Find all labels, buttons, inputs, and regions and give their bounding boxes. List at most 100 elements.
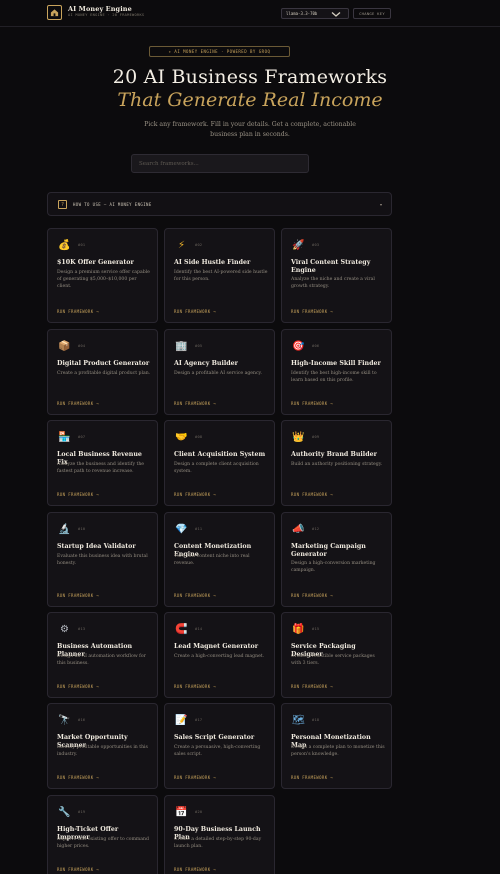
run-framework-link[interactable]: RUN FRAMEWORK → xyxy=(174,492,216,497)
powered-by-badge: ✦ AI MONEY ENGINE · POWERED BY GROQ xyxy=(149,46,290,57)
lightning-icon: ⚡ xyxy=(177,240,186,251)
framework-card[interactable]: 💎 #11 Content Monetization Engine Turn this… xyxy=(164,512,275,607)
framework-card[interactable]: 🎯 #06 High-Income Skill Finder Identify the… xyxy=(281,329,392,415)
framework-description: Design a complete client acquisition sys… xyxy=(174,462,259,474)
chevron-down-icon: ▾ xyxy=(379,202,382,207)
framework-card[interactable]: 🤝 #08 Client Acquisition System Design a co… xyxy=(164,420,275,506)
target-icon: 🎯 xyxy=(292,341,305,352)
framework-title: AI Agency Builder xyxy=(174,360,238,367)
framework-card[interactable]: 🧲 #14 Lead Magnet Generator Create a high-c… xyxy=(164,612,275,698)
run-framework-link[interactable]: RUN FRAMEWORK → xyxy=(291,309,333,314)
framework-number: #08 xyxy=(195,435,203,439)
framework-card[interactable]: 🏪 #07 Local Business Revenue Fix Analyze th… xyxy=(47,420,158,506)
framework-card[interactable]: 👑 #09 Authority Brand Builder Build an auth… xyxy=(281,420,392,506)
framework-card[interactable]: 🗺 #18 Personal Monetization Map Design a co… xyxy=(281,703,392,789)
run-framework-link[interactable]: RUN FRAMEWORK → xyxy=(291,684,333,689)
script-icon: 📝 xyxy=(175,715,188,726)
run-framework-link[interactable]: RUN FRAMEWORK → xyxy=(57,867,99,872)
framework-card[interactable]: 📅 #20 90-Day Business Launch Plan Create a … xyxy=(164,795,275,874)
help-icon: ? xyxy=(58,200,67,209)
framework-card[interactable]: 📝 #17 Sales Script Generator Create a persu… xyxy=(164,703,275,789)
framework-number: #17 xyxy=(195,718,203,722)
top-bar: AI Money Engine AI MONEY ENGINE · 20 FRA… xyxy=(0,0,500,27)
chevron-down-icon xyxy=(331,12,341,17)
run-framework-link[interactable]: RUN FRAMEWORK → xyxy=(174,867,216,872)
framework-description: Create a profitable digital product plan… xyxy=(57,371,151,376)
run-framework-link[interactable]: RUN FRAMEWORK → xyxy=(57,684,99,689)
magnet-icon: 🧲 xyxy=(175,624,188,635)
money-bag-icon: 💰 xyxy=(58,240,71,251)
how-to-use-accordion[interactable]: ? HOW TO USE — AI MONEY ENGINE ▾ xyxy=(47,192,392,216)
framework-description: Analyze the business and identify the fa… xyxy=(57,462,145,474)
framework-number: #06 xyxy=(312,344,320,348)
run-framework-link[interactable]: RUN FRAMEWORK → xyxy=(174,401,216,406)
framework-description: Design a premium service offer capable o… xyxy=(57,270,150,289)
run-framework-link[interactable]: RUN FRAMEWORK → xyxy=(291,492,333,497)
run-framework-link[interactable]: RUN FRAMEWORK → xyxy=(291,593,333,598)
framework-description: Evaluate this business idea with brutal … xyxy=(57,554,148,566)
crown-icon: 👑 xyxy=(292,432,305,443)
store-icon: 🏪 xyxy=(58,432,71,443)
framework-card[interactable]: 🚀 #03 Viral Content Strategy Engine Analyze… xyxy=(281,228,392,323)
framework-card[interactable]: 🏢 #05 AI Agency Builder Design a profitable… xyxy=(164,329,275,415)
framework-card[interactable]: 🎁 #15 Service Packaging Designer Create irr… xyxy=(281,612,392,698)
package-icon: 📦 xyxy=(58,341,71,352)
run-framework-link[interactable]: RUN FRAMEWORK → xyxy=(291,775,333,780)
framework-number: #14 xyxy=(195,627,203,631)
run-framework-link[interactable]: RUN FRAMEWORK → xyxy=(174,593,216,598)
framework-number: #18 xyxy=(312,718,320,722)
run-framework-link[interactable]: RUN FRAMEWORK → xyxy=(291,401,333,406)
megaphone-icon: 📣 xyxy=(292,524,305,535)
framework-title: Sales Script Generator xyxy=(174,734,255,741)
framework-description: Analyze the niche and create a viral gro… xyxy=(291,277,375,289)
framework-card[interactable]: 📣 #12 Marketing Campaign Generator Design a… xyxy=(281,512,392,607)
hero-title-accent: That Generate Real Income xyxy=(117,89,383,111)
search-input[interactable] xyxy=(139,160,308,167)
framework-description: Design a profitable AI service agency. xyxy=(174,371,262,376)
framework-card[interactable]: 📦 #04 Digital Product Generator Create a pr… xyxy=(47,329,158,415)
framework-number: #04 xyxy=(78,344,86,348)
framework-description: Design a high-conversion marketing campa… xyxy=(291,561,376,573)
framework-number: #10 xyxy=(78,527,86,531)
framework-number: #07 xyxy=(78,435,86,439)
framework-card[interactable]: 🔬 #10 Startup Idea Validator Evaluate this … xyxy=(47,512,158,607)
framework-card[interactable]: 🔭 #16 Market Opportunity Scanner Identify p… xyxy=(47,703,158,789)
rocket-icon: 🚀 xyxy=(292,240,305,251)
search-box[interactable] xyxy=(131,154,309,173)
framework-number: #12 xyxy=(312,527,320,531)
app-subtitle: AI MONEY ENGINE · 20 FRAMEWORKS xyxy=(68,13,145,17)
framework-card[interactable]: 💰 #01 $10K Offer Generator Design a premium… xyxy=(47,228,158,323)
office-building-icon: 🏢 xyxy=(175,341,188,352)
run-framework-link[interactable]: RUN FRAMEWORK → xyxy=(174,684,216,689)
run-framework-link[interactable]: RUN FRAMEWORK → xyxy=(57,492,99,497)
framework-card[interactable]: 🔧 #19 High-Ticket Offer Improver Improve th… xyxy=(47,795,158,874)
gift-icon: 🎁 xyxy=(292,624,305,635)
framework-title: Digital Product Generator xyxy=(57,360,150,367)
framework-title: Lead Magnet Generator xyxy=(174,643,259,650)
framework-number: #11 xyxy=(195,527,203,531)
framework-number: #16 xyxy=(78,718,86,722)
run-framework-link[interactable]: RUN FRAMEWORK → xyxy=(174,309,216,314)
logo xyxy=(47,5,62,20)
framework-number: #01 xyxy=(78,243,86,247)
framework-description: Identify profitable opportunities in thi… xyxy=(57,745,148,757)
model-select[interactable]: llama-3.3-70b xyxy=(281,8,349,19)
run-framework-link[interactable]: RUN FRAMEWORK → xyxy=(57,401,99,406)
framework-title: AI Side Hustle Finder xyxy=(174,259,251,266)
framework-card[interactable]: ⚡ #02 AI Side Hustle Finder Identify the be… xyxy=(164,228,275,323)
change-key-button[interactable]: CHANGE KEY xyxy=(353,8,391,19)
run-framework-link[interactable]: RUN FRAMEWORK → xyxy=(57,775,99,780)
run-framework-link[interactable]: RUN FRAMEWORK → xyxy=(174,775,216,780)
framework-description: Create irresistible service packages wit… xyxy=(291,654,375,666)
microscope-icon: 🔬 xyxy=(58,524,71,535)
framework-card[interactable]: ⚙ #13 Business Automation Planner Design an… xyxy=(47,612,158,698)
framework-description: Design a complete plan to monetize this … xyxy=(291,745,385,757)
run-framework-link[interactable]: RUN FRAMEWORK → xyxy=(57,309,99,314)
model-value: llama-3.3-70b xyxy=(286,11,318,16)
hero-subtitle: Pick any framework. Fill in your details… xyxy=(144,121,356,138)
framework-title: $10K Offer Generator xyxy=(57,259,134,266)
run-framework-link[interactable]: RUN FRAMEWORK → xyxy=(57,593,99,598)
framework-description: Build an authority positioning strategy. xyxy=(291,462,383,467)
telescope-icon: 🔭 xyxy=(58,715,71,726)
framework-description: Design an AI automation workflow for thi… xyxy=(57,654,146,666)
